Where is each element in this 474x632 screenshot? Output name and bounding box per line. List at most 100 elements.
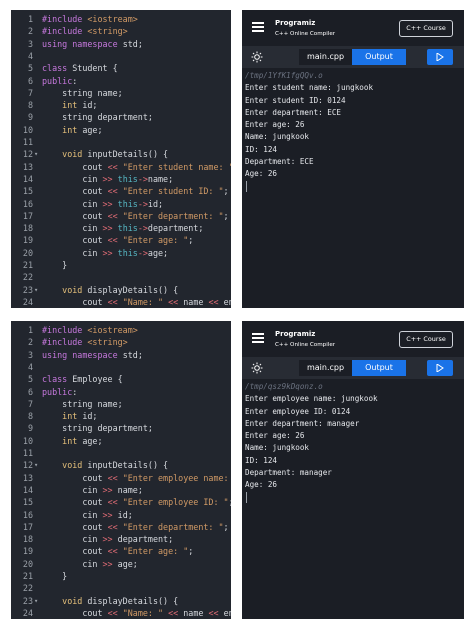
code-line[interactable]: 5 class Student { (11, 62, 231, 74)
code-line[interactable]: 24 cout << "Name: " << name << endl (11, 607, 231, 619)
code-text: cin >> this->id; (42, 198, 163, 210)
output-console[interactable]: /tmp/qsz9kDqonz.o Enter employee name: j… (245, 381, 461, 503)
sun-icon[interactable] (251, 51, 263, 63)
code-line[interactable]: 4 (11, 361, 231, 373)
code-line[interactable]: 24 cout << "Name: " << name << endl (11, 296, 231, 308)
code-line[interactable]: 2 #include <string> (11, 336, 231, 348)
line-number: 5 (27, 374, 33, 385)
code-editor-1[interactable]: 1 #include <iostream> 2 #include <string> 3 u… (11, 10, 231, 308)
code-line[interactable]: 17 cout << "Enter department: "; (11, 210, 231, 222)
logo[interactable]: Programiz (275, 19, 315, 27)
code-text: public: (42, 386, 77, 398)
code-token: endl (223, 296, 231, 307)
code-line[interactable]: 22 (11, 271, 231, 283)
code-token: void (42, 149, 88, 160)
code-token: << (107, 607, 123, 618)
code-line[interactable]: 10 int age; (11, 435, 231, 447)
course-button[interactable]: C++ Course (399, 20, 453, 37)
code-token: void (42, 284, 88, 295)
code-line[interactable]: 14 cin >> this->name; (11, 173, 231, 185)
tab-output[interactable]: Output (352, 49, 406, 65)
code-line[interactable]: 6 public: (11, 386, 231, 398)
code-token: "Name: " (122, 607, 169, 618)
code-line[interactable]: 19 cout << "Enter age: "; (11, 234, 231, 246)
code-line[interactable]: 21 } (11, 259, 231, 271)
code-token: endl (223, 607, 231, 618)
code-line[interactable]: 2 #include <string> (11, 25, 231, 37)
code-line[interactable]: 17 cout << "Enter department: "; (11, 521, 231, 533)
output-line: Enter age: 26 (245, 120, 305, 130)
code-token: #include (42, 26, 88, 37)
logo[interactable]: Programiz (275, 330, 315, 338)
line-number: 4 (27, 361, 33, 372)
code-line[interactable]: 11 (11, 447, 231, 459)
code-line[interactable]: 20 cin >> this->age; (11, 247, 231, 259)
code-token: >> (102, 534, 118, 545)
code-token: >> (102, 173, 118, 184)
line-number: 18 (22, 534, 33, 545)
run-button[interactable] (427, 49, 453, 65)
fold-toggle-icon[interactable]: ▾ (34, 595, 42, 607)
code-line[interactable]: 4 (11, 50, 231, 62)
code-line[interactable]: 9 string department; (11, 422, 231, 434)
code-editor-2[interactable]: 1 #include <iostream> 2 #include <string> 3 u… (11, 321, 231, 619)
code-line[interactable]: 16 cin >> id; (11, 509, 231, 521)
code-text: cin >> this->name; (42, 173, 173, 185)
code-line[interactable]: 3 using namespace std; (11, 38, 231, 50)
code-token: class (42, 374, 73, 385)
code-token: << (107, 521, 123, 532)
course-button[interactable]: C++ Course (399, 331, 453, 348)
code-line[interactable]: 12 ▾ void inputDetails() { (11, 459, 231, 471)
code-line[interactable]: 16 cin >> this->id; (11, 198, 231, 210)
code-token: >> (102, 509, 118, 520)
code-line[interactable]: 23 ▾ void displayDetails() { (11, 284, 231, 296)
tab-output[interactable]: Output (352, 360, 406, 376)
code-line[interactable]: 15 cout << "Enter student ID: "; (11, 185, 231, 197)
code-token: cin (42, 534, 103, 545)
code-line[interactable]: 13 cout << "Enter employee name: "; (11, 472, 231, 484)
output-console[interactable]: /tmp/1YfK1fgQQv.o Enter student name: ju… (245, 70, 461, 192)
fold-toggle-icon[interactable]: ▾ (34, 148, 42, 160)
run-button[interactable] (427, 360, 453, 376)
code-token: id; (82, 411, 98, 422)
line-number: 9 (27, 423, 33, 434)
code-line[interactable]: 20 cin >> age; (11, 558, 231, 570)
code-token: <iostream> (87, 14, 138, 24)
code-line[interactable]: 7 string name; (11, 87, 231, 99)
code-line[interactable]: 23 ▾ void displayDetails() { (11, 595, 231, 607)
line-number: 19 (22, 235, 33, 246)
code-line[interactable]: 8 int id; (11, 410, 231, 422)
menu-icon[interactable] (252, 333, 264, 343)
code-token: cout (42, 210, 108, 221)
sun-icon[interactable] (251, 362, 263, 374)
tab-main-cpp[interactable]: main.cpp (299, 360, 352, 376)
tab-main-cpp[interactable]: main.cpp (299, 49, 352, 65)
code-line[interactable]: 18 cin >> department; (11, 533, 231, 545)
code-line[interactable]: 8 int id; (11, 99, 231, 111)
output-line: Enter department: manager (245, 418, 360, 428)
code-line[interactable]: 14 cin >> name; (11, 484, 231, 496)
code-line[interactable]: 15 cout << "Enter employee ID: "; (11, 496, 231, 508)
toolbar: main.cpp Output (242, 357, 464, 379)
code-token: : (72, 386, 78, 397)
code-line[interactable]: 18 cin >> this->department; (11, 222, 231, 234)
code-line[interactable]: 21 } (11, 570, 231, 582)
fold-toggle-icon[interactable]: ▾ (34, 284, 42, 296)
code-token: std; (122, 38, 143, 49)
code-line[interactable]: 19 cout << "Enter age: "; (11, 545, 231, 557)
code-line[interactable]: 3 using namespace std; (11, 349, 231, 361)
code-line[interactable]: 1 #include <iostream> (11, 324, 231, 336)
code-line[interactable]: 22 (11, 582, 231, 594)
code-line[interactable]: 13 cout << "Enter student name: "; (11, 161, 231, 173)
code-line[interactable]: 6 public: (11, 75, 231, 87)
code-line[interactable]: 11 (11, 136, 231, 148)
menu-icon[interactable] (252, 22, 264, 32)
code-line[interactable]: 5 class Employee { (11, 373, 231, 385)
fold-toggle-icon[interactable]: ▾ (34, 459, 42, 471)
code-token: << (208, 607, 224, 618)
code-line[interactable]: 10 int age; (11, 124, 231, 136)
code-line[interactable]: 9 string department; (11, 111, 231, 123)
code-line[interactable]: 1 #include <iostream> (11, 13, 231, 25)
code-line[interactable]: 7 string name; (11, 398, 231, 410)
code-line[interactable]: 12 ▾ void inputDetails() { (11, 148, 231, 160)
